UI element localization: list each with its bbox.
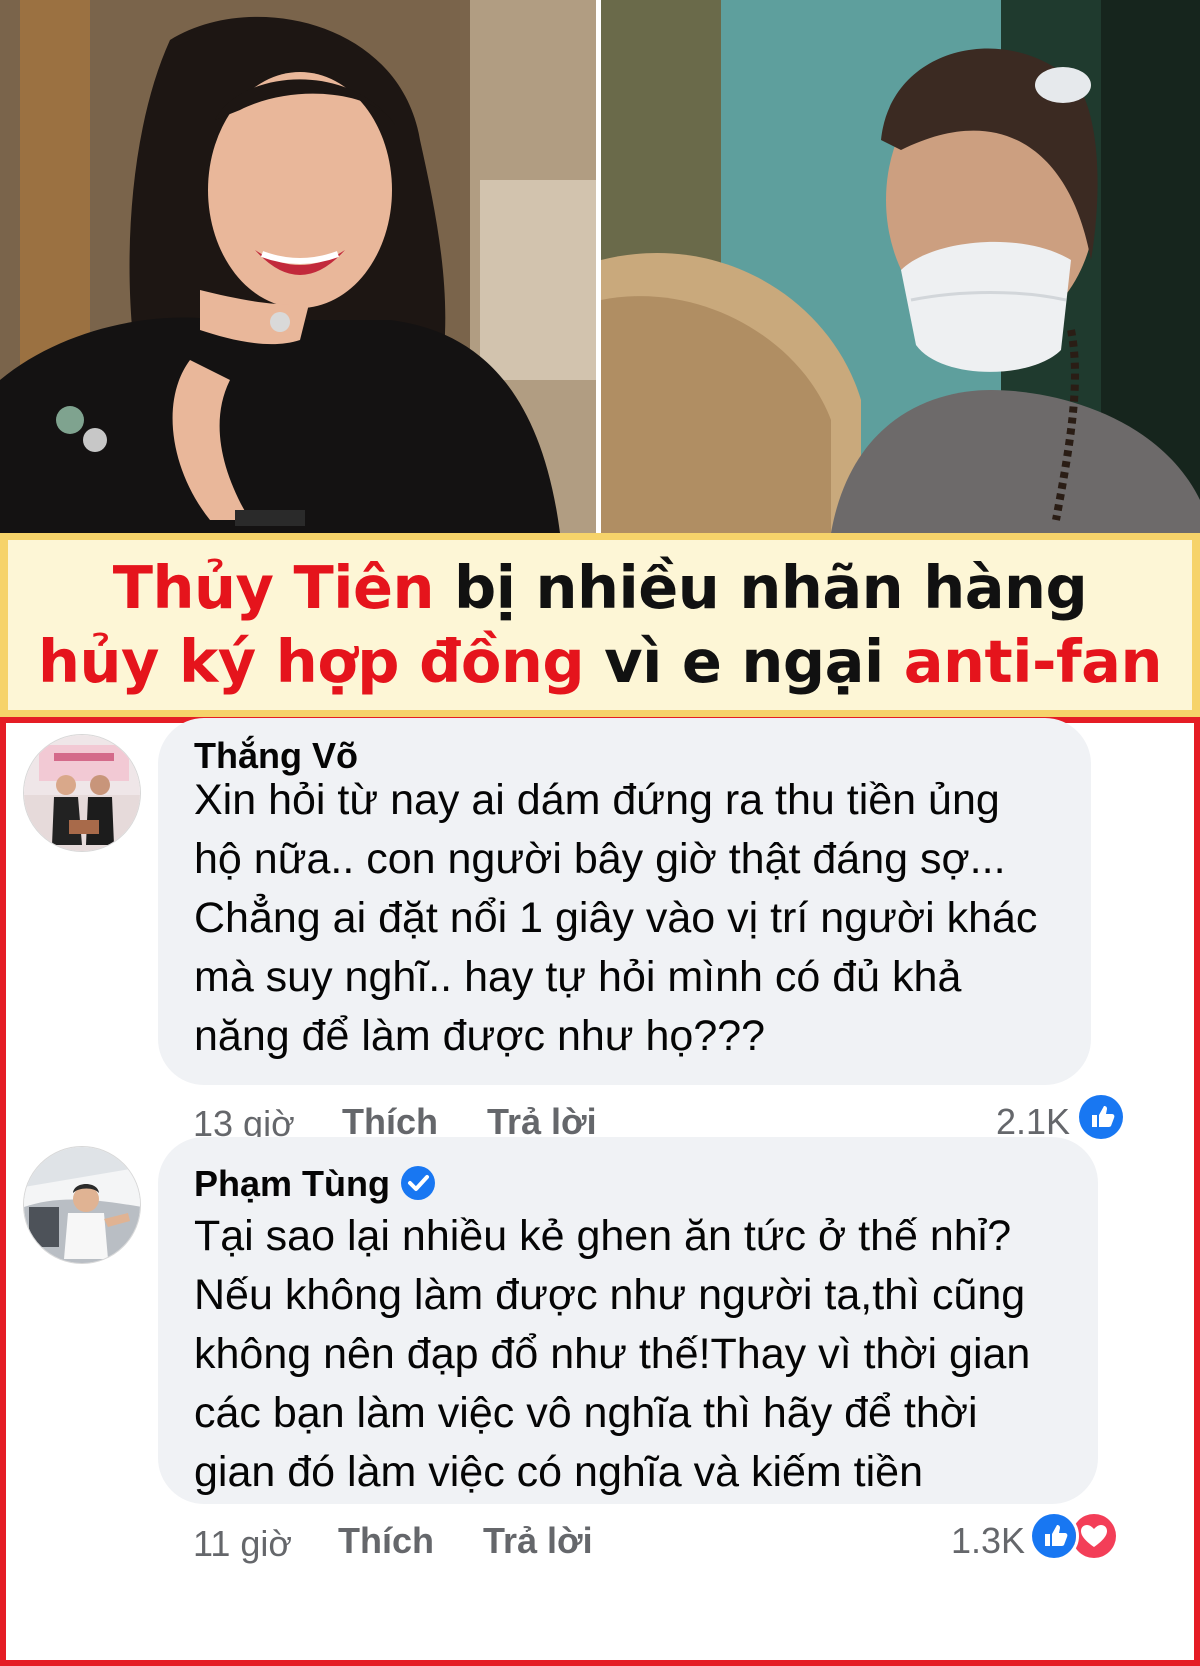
headline-line-2: hủy ký hợp đồng vì e ngại anti-fan [38, 625, 1162, 699]
headline-line-1: Thủy Tiên bị nhiều nhãn hàng [113, 551, 1088, 625]
headline-highlight-end: anti-fan [903, 627, 1163, 696]
comment-time[interactable]: 11 giờ [193, 1523, 292, 1565]
headline-box: Thủy Tiên bị nhiều nhãn hàng hủy ký hợp … [8, 540, 1192, 710]
comment-text: Xin hỏi từ nay ai dám đứng ra thu tiền ủ… [194, 776, 1038, 1060]
headline-highlight: hủy ký hợp đồng [38, 627, 585, 696]
reply-button[interactable]: Trả lời [483, 1520, 593, 1562]
verified-badge-icon [400, 1165, 436, 1201]
photo-smiling-portrait [0, 0, 596, 533]
photo-masked-portrait [601, 0, 1200, 533]
like-icon[interactable] [1076, 1092, 1126, 1142]
headline-subject: Thủy Tiên [112, 553, 435, 622]
comment-text: Tại sao lại nhiều kẻ ghen ăn tức ở thế n… [194, 1212, 1031, 1496]
comment-author[interactable]: Phạm Tùng [194, 1163, 436, 1205]
header-photos [0, 0, 1200, 533]
comments-panel: Thắng Võ Xin hỏi từ nay ai dám đứng ra t… [0, 717, 1200, 1666]
author-name: Phạm Tùng [194, 1163, 390, 1204]
like-button[interactable]: Thích [338, 1520, 434, 1562]
avatar[interactable] [23, 734, 141, 852]
like-icon[interactable] [1029, 1511, 1079, 1561]
headline-banner: Thủy Tiên bị nhiều nhãn hàng hủy ký hợp … [0, 533, 1200, 717]
headline-text: vì e ngại [584, 627, 904, 696]
reaction-count[interactable]: 1.3K [951, 1520, 1025, 1562]
avatar[interactable] [23, 1146, 141, 1264]
headline-text: bị nhiều nhãn hàng [434, 553, 1088, 622]
